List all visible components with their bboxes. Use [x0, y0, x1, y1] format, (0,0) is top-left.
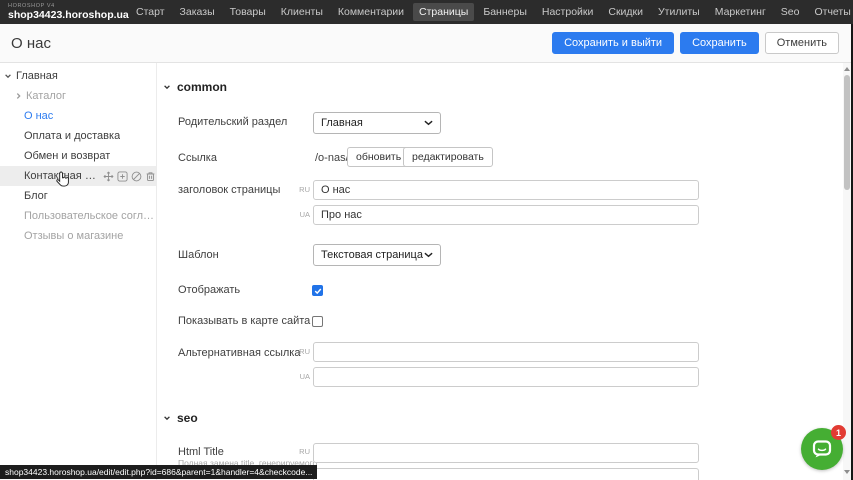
tree-item-otzyvy[interactable]: Отзывы о магазине [0, 226, 156, 246]
tree-item-obmen[interactable]: Обмен и возврат [0, 146, 156, 166]
scrollbar-thumb[interactable] [844, 75, 850, 190]
page-tree-sidebar: Главная Каталог О нас Оплата и доставка … [0, 63, 157, 480]
page-title-ua-input[interactable] [313, 205, 699, 225]
scroll-up-icon[interactable] [843, 65, 851, 73]
tree-item-blog[interactable]: Блог [0, 186, 156, 206]
lang-badge-ua: UA [297, 210, 310, 219]
page-tree: Главная Каталог О нас Оплата и доставка … [0, 66, 156, 246]
page-header: О нас Сохранить и выйти Сохранить Отмени… [0, 24, 853, 63]
lang-badge-ru: RU [297, 185, 310, 194]
template-select[interactable]: Текстовая страница [313, 244, 441, 266]
save-button[interactable]: Сохранить [680, 32, 759, 54]
parent-section-label: Родительский раздел [178, 116, 287, 128]
alt-link-label: Альтернативная ссылка [178, 347, 300, 359]
alt-link-ua-input[interactable] [313, 367, 699, 387]
nav-item-discounts[interactable]: Скидки [602, 3, 649, 21]
sitemap-checkbox[interactable] [312, 316, 323, 327]
parent-section-select[interactable]: Главная [313, 112, 441, 134]
sitemap-label: Показывать в карте сайта [178, 315, 310, 327]
page-title-ru-input[interactable] [313, 180, 699, 200]
app-window: HOROSHOP V4 shop34423.horoshop.ua Старт … [0, 0, 853, 480]
caret-down-icon[interactable] [4, 72, 12, 80]
link-label: Ссылка [178, 152, 217, 164]
page-title-label: заголовок страницы [178, 184, 280, 196]
tree-row-actions [103, 171, 156, 182]
chevron-down-icon [424, 120, 433, 126]
tree-item-o-nas[interactable]: О нас [0, 106, 156, 126]
top-navbar: HOROSHOP V4 shop34423.horoshop.ua Старт … [0, 0, 853, 24]
save-and-exit-button[interactable]: Сохранить и выйти [552, 32, 674, 54]
section-seo[interactable]: seo [163, 411, 198, 425]
tree-item-oplata[interactable]: Оплата и доставка [0, 126, 156, 146]
nav-item-clients[interactable]: Клиенты [275, 3, 329, 21]
tree-item-katalog[interactable]: Каталог [0, 86, 156, 106]
nav-item-products[interactable]: Товары [224, 3, 272, 21]
display-label: Отображать [178, 284, 240, 296]
logo-domain: shop34423.horoshop.ua [8, 10, 126, 21]
nav-item-banners[interactable]: Баннеры [477, 3, 533, 21]
template-label: Шаблон [178, 249, 219, 261]
nav-item-reports[interactable]: Отчеты [808, 3, 853, 21]
chevron-down-icon [163, 83, 171, 91]
nav-item-marketing[interactable]: Маркетинг [709, 3, 772, 21]
header-buttons: Сохранить и выйти Сохранить Отменить [552, 32, 839, 54]
nav-item-utilities[interactable]: Утилиты [652, 3, 706, 21]
link-value: /o-nas/ [315, 152, 349, 164]
lang-badge-ru: RU [297, 347, 310, 356]
logo[interactable]: HOROSHOP V4 shop34423.horoshop.ua [8, 4, 126, 21]
scrollbar[interactable] [843, 63, 851, 480]
chevron-down-icon [424, 252, 433, 258]
nav-menu: Старт Заказы Товары Клиенты Комментарии … [130, 3, 853, 21]
nav-item-start[interactable]: Старт [130, 3, 171, 21]
nav-item-comments[interactable]: Комментарии [332, 3, 410, 21]
add-icon[interactable] [117, 171, 128, 182]
scroll-down-icon[interactable] [843, 468, 851, 476]
caret-right-icon[interactable] [15, 92, 22, 100]
section-common[interactable]: common [163, 80, 227, 94]
move-icon[interactable] [103, 171, 114, 182]
tree-item-glavnaya[interactable]: Главная [0, 66, 156, 86]
nav-item-settings[interactable]: Настройки [536, 3, 600, 21]
edit-form: common Родительский раздел Главная Ссылк… [157, 63, 843, 480]
html-title-ua-input[interactable] [313, 468, 699, 480]
lang-badge-ru: RU [297, 447, 310, 456]
check-icon [314, 287, 322, 295]
nav-item-seo[interactable]: Seo [775, 3, 806, 21]
link-refresh-button[interactable]: обновить [347, 147, 410, 167]
cancel-button[interactable]: Отменить [765, 32, 839, 54]
lang-badge-ua: UA [297, 372, 310, 381]
hide-icon[interactable] [131, 171, 142, 182]
chat-widget-button[interactable]: 1 [801, 428, 843, 470]
status-url-tooltip: shop34423.horoshop.ua/edit/edit.php?id=6… [0, 465, 317, 479]
link-edit-button[interactable]: редактировать [403, 147, 493, 167]
html-title-ru-input[interactable] [313, 443, 699, 463]
html-title-label: Html Title [178, 446, 224, 458]
chat-unread-badge: 1 [831, 425, 846, 440]
display-checkbox[interactable] [312, 285, 323, 296]
tree-item-kontaktnaya[interactable]: Контактная инфор [0, 166, 156, 186]
page-title: О нас [11, 35, 51, 52]
chat-bubble-icon [810, 437, 834, 461]
delete-icon[interactable] [145, 171, 156, 182]
nav-item-orders[interactable]: Заказы [174, 3, 221, 21]
nav-item-pages[interactable]: Страницы [413, 3, 474, 21]
tree-item-soglashenie[interactable]: Пользовательское соглашение [0, 206, 156, 226]
chevron-down-icon [163, 414, 171, 422]
alt-link-ru-input[interactable] [313, 342, 699, 362]
